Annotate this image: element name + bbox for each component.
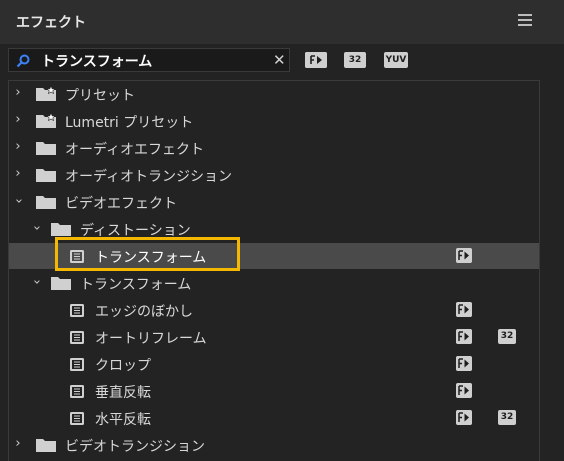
search-box: ✕: [8, 48, 290, 72]
folder-icon: [36, 196, 56, 209]
tree-item-edge-blur[interactable]: エッジのぼかし: [9, 297, 539, 323]
tree-item-label: プリセット: [65, 88, 135, 104]
accelerated-effect-icon: [456, 410, 472, 425]
tree-item-video-transitions[interactable]: › ビデオトランジション: [9, 432, 539, 458]
effect-icon: [70, 304, 84, 317]
tree-item-transform-folder[interactable]: › トランスフォーム: [9, 270, 539, 296]
effect-icon: [70, 385, 84, 398]
preset-folder-icon: [36, 86, 56, 101]
tree-item-label: ビデオエフェクト: [65, 196, 177, 212]
chevron-down-icon[interactable]: ›: [11, 194, 26, 208]
tree-item-label: オーディオエフェクト: [65, 142, 205, 158]
tree-item-label: トランスフォーム: [80, 277, 192, 293]
preset-folder-icon: [36, 113, 56, 128]
folder-icon: [51, 277, 71, 290]
folder-icon: [36, 142, 56, 155]
accelerated-effect-icon: [456, 248, 472, 263]
tree-item-audio-transitions[interactable]: › オーディオトランジション: [9, 162, 539, 188]
tree-item-vertical-flip[interactable]: 垂直反転: [9, 378, 539, 404]
tree-item-lumetri-presets[interactable]: › Lumetri プリセット: [9, 108, 539, 134]
32bit-badge: 32: [498, 329, 516, 344]
32bit-filter-button[interactable]: 32: [344, 52, 366, 68]
tree-item-label: 水平反転: [95, 412, 151, 428]
effects-panel: エフェクト ✕ 32 YUV › プリセット › Lumetri プリセット ›: [0, 0, 564, 461]
accelerated-effect-icon: [456, 356, 472, 371]
chevron-right-icon[interactable]: ›: [11, 86, 25, 100]
yuv-filter-button[interactable]: YUV: [384, 52, 408, 68]
accelerated-effects-filter-button[interactable]: [305, 52, 327, 68]
tree-item-label: Lumetri プリセット: [65, 115, 194, 131]
tree-item-video-effects[interactable]: › ビデオエフェクト: [9, 189, 539, 215]
chevron-right-icon[interactable]: ›: [11, 437, 25, 451]
tree-item-distortion[interactable]: › ディストーション: [9, 216, 539, 242]
panel-title: エフェクト: [16, 15, 86, 31]
tree-item-label: トランスフォーム: [95, 250, 207, 266]
chevron-down-icon[interactable]: ›: [29, 275, 44, 289]
32bit-badge: 32: [498, 410, 516, 425]
tree-item-auto-reframe[interactable]: オートリフレーム 32: [9, 324, 539, 350]
search-input[interactable]: [41, 51, 267, 71]
chevron-down-icon[interactable]: ›: [29, 221, 44, 235]
search-icon: [16, 54, 30, 68]
accelerated-effect-icon: [456, 329, 472, 344]
tree-item-crop[interactable]: クロップ: [9, 351, 539, 377]
tree-item-transform-effect[interactable]: トランスフォーム: [9, 243, 539, 269]
effects-tree: › プリセット › Lumetri プリセット › オーディオエフェクト › オ…: [8, 80, 540, 461]
tree-item-label: 垂直反転: [95, 385, 151, 401]
chevron-right-icon[interactable]: ›: [11, 167, 25, 181]
accelerated-effect-icon: [456, 302, 472, 317]
tree-item-audio-effects[interactable]: › オーディオエフェクト: [9, 135, 539, 161]
accelerated-effect-icon: [456, 383, 472, 398]
hamburger-menu-icon[interactable]: [518, 14, 532, 27]
effect-icon: [70, 331, 84, 344]
tree-item-label: エッジのぼかし: [95, 304, 193, 320]
tree-item-label: ビデオトランジション: [65, 439, 205, 455]
folder-icon: [36, 439, 56, 452]
tree-item-label: オーディオトランジション: [65, 169, 233, 185]
folder-icon: [36, 169, 56, 182]
effect-icon: [70, 358, 84, 371]
panel-header: エフェクト: [0, 0, 564, 44]
tree-item-label: オートリフレーム: [95, 331, 207, 347]
chevron-right-icon[interactable]: ›: [11, 113, 25, 127]
chevron-right-icon[interactable]: ›: [11, 140, 25, 154]
effect-icon: [70, 250, 84, 263]
effect-icon: [70, 412, 84, 425]
folder-icon: [51, 223, 71, 236]
tree-item-label: クロップ: [95, 358, 151, 374]
clear-search-icon[interactable]: ✕: [273, 51, 286, 69]
tree-item-horizontal-flip[interactable]: 水平反転 32: [9, 405, 539, 431]
tree-item-label: ディストーション: [80, 223, 191, 239]
tree-item-presets[interactable]: › プリセット: [9, 81, 539, 107]
